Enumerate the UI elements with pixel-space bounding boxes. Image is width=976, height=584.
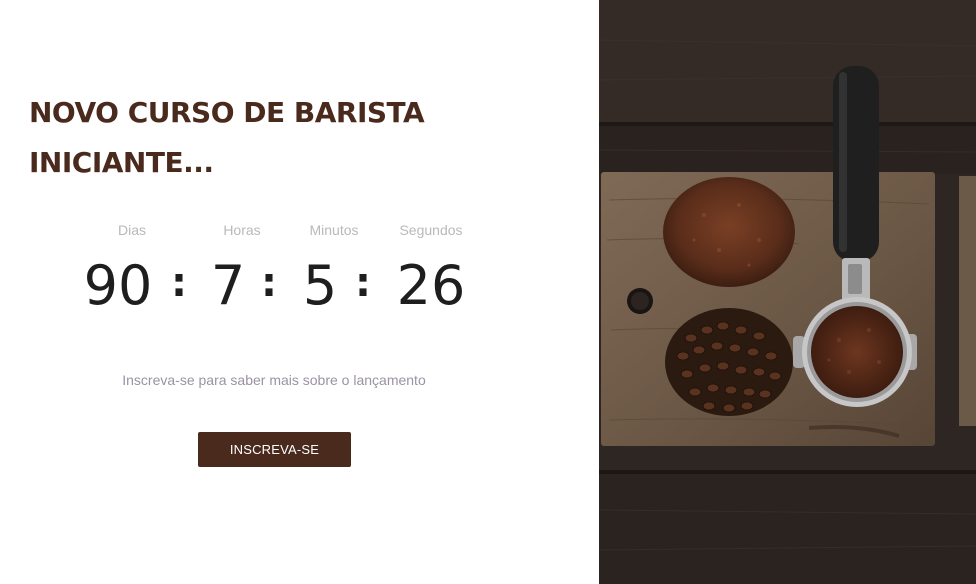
seconds-label: Segundos: [399, 222, 463, 238]
signup-button[interactable]: INSCREVA-SE: [198, 432, 351, 467]
minutes-label: Minutos: [309, 222, 359, 238]
page-title: NOVO CURSO DE BARISTA INICIANTE...: [29, 96, 425, 179]
hours-label: Horas: [223, 222, 261, 238]
days-value: 90: [83, 254, 153, 317]
seconds-value: 26: [396, 254, 466, 317]
signup-subtitle: Inscreva-se para saber mais sobre o lanç…: [122, 372, 426, 388]
days-label: Dias: [117, 222, 146, 238]
coffee-photo: [599, 0, 976, 584]
content-panel: NOVO CURSO DE BARISTA INICIANTE... Dias …: [0, 0, 599, 584]
separator: :: [355, 260, 371, 306]
